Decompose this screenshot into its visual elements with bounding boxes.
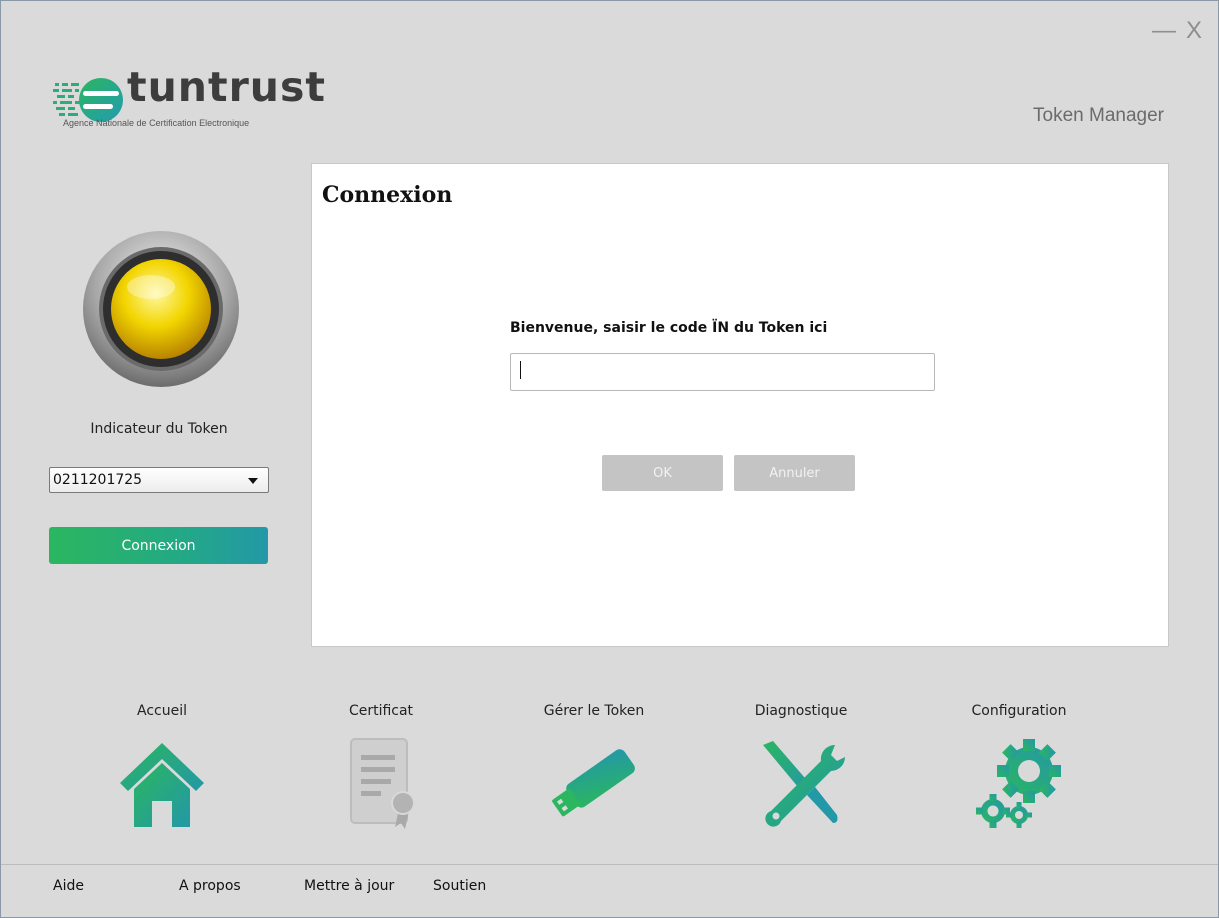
- indicator-label: Indicateur du Token: [90, 421, 228, 437]
- nav-label-gerer-token: Gérer le Token: [543, 703, 645, 719]
- pin-input[interactable]: [510, 353, 935, 391]
- app-window: — X tuntrust Agence Nationale de Certifi…: [0, 0, 1219, 918]
- footer-link-a-propos[interactable]: A propos: [179, 878, 241, 894]
- token-indicator-light-icon: [83, 231, 239, 387]
- pin-prompt: Bienvenue, saisir le code ÏN du Token ic…: [510, 320, 828, 336]
- minimize-button[interactable]: —: [1152, 19, 1176, 43]
- login-panel: Connexion Bienvenue, saisir le code ÏN d…: [311, 163, 1169, 647]
- close-button[interactable]: X: [1186, 19, 1202, 43]
- nav-item-diagnostique[interactable]: Diagnostique: [716, 701, 886, 831]
- nav-item-gerer-token[interactable]: Gérer le Token: [509, 701, 679, 831]
- nav-item-configuration[interactable]: Configuration: [934, 701, 1104, 831]
- home-icon: [120, 743, 204, 827]
- tools-icon: [763, 741, 845, 827]
- nav-label-accueil: Accueil: [137, 703, 187, 719]
- cancel-button[interactable]: Annuler: [734, 455, 855, 491]
- app-title: Token Manager: [1033, 105, 1164, 126]
- gears-icon: [976, 739, 1061, 828]
- chevron-down-icon[interactable]: [248, 478, 258, 484]
- brand-logo: tuntrust Agence Nationale de Certificati…: [53, 63, 353, 139]
- nav-item-certificat[interactable]: Certificat: [296, 701, 466, 831]
- footer-divider: [1, 864, 1218, 865]
- ok-button[interactable]: OK: [602, 455, 723, 491]
- window-controls: — X: [1152, 19, 1202, 43]
- usb-token-icon: [552, 749, 635, 817]
- token-select[interactable]: 0211201725: [49, 467, 269, 493]
- nav-label-configuration: Configuration: [971, 703, 1067, 719]
- footer-link-aide[interactable]: Aide: [53, 878, 84, 894]
- nav-item-accueil[interactable]: Accueil: [77, 701, 247, 831]
- text-caret: [520, 361, 521, 379]
- bottom-nav: Accueil Certificat Gérer le Token Diagno…: [1, 701, 1219, 841]
- nav-label-diagnostique: Diagnostique: [754, 703, 848, 719]
- footer-link-mettre-a-jour[interactable]: Mettre à jour: [304, 878, 394, 894]
- tuntrust-logo-icon: [53, 78, 123, 122]
- token-select-value: 0211201725: [53, 472, 143, 488]
- sidebar-connect-button[interactable]: Connexion: [49, 527, 268, 564]
- footer-link-soutien[interactable]: Soutien: [433, 878, 486, 894]
- nav-label-certificat: Certificat: [348, 703, 414, 719]
- brand-subtitle: Agence Nationale de Certification Electr…: [63, 118, 250, 128]
- certificate-icon: [350, 738, 415, 829]
- panel-title: Connexion: [322, 182, 453, 208]
- footer-menu: Aide A propos Mettre à jour Soutien: [1, 878, 1219, 902]
- brand-name: tuntrust: [127, 63, 326, 111]
